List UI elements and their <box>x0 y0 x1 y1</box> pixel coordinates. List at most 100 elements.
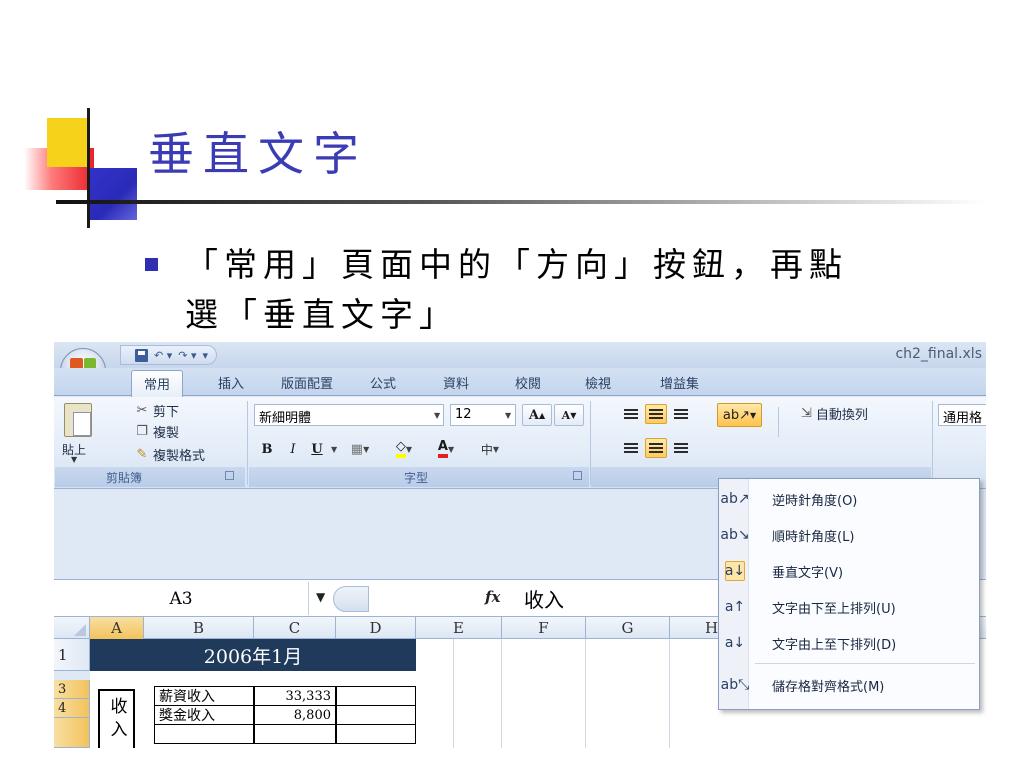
align-middle-button[interactable] <box>645 404 667 424</box>
menu-item-label: 儲存格對齊格式(M) <box>772 679 885 695</box>
column-header-e[interactable]: E <box>416 617 502 639</box>
number-format-box[interactable]: 通用格 <box>938 404 986 426</box>
tab-insert[interactable]: 插入 <box>218 373 244 392</box>
paste-icon[interactable] <box>64 403 92 437</box>
save-icon[interactable] <box>135 348 148 362</box>
decoration-blue-square <box>87 168 137 220</box>
gridline <box>669 639 670 748</box>
bullet-line-2: 選「垂直文字」 <box>185 295 458 334</box>
cell-b3[interactable]: 薪資收入 <box>154 686 254 706</box>
undo-button[interactable]: ↶ ▾ <box>154 349 172 362</box>
fill-color-button[interactable]: ◇ ▼ <box>384 438 424 460</box>
column-header-b[interactable]: B <box>144 617 254 639</box>
ribbon-home: 貼上 ▼ ✂ 剪下 ❐ 複製 ✎ 複製格式 剪貼簿 新細明體 ▼ 12 ▼ A ▲… <box>54 397 986 489</box>
cell-d5[interactable] <box>336 724 416 744</box>
menu-item-rotate-up[interactable]: a↑ 文字由下至上排列(U) <box>719 591 979 623</box>
fill-color-icon: ◇ <box>395 440 406 458</box>
cell-b5[interactable] <box>154 724 254 744</box>
qat-customize-button[interactable]: ▾ <box>203 349 209 362</box>
borders-button[interactable]: ▦ ▼ <box>342 438 378 460</box>
cell-b4[interactable]: 獎金收入 <box>154 705 254 725</box>
cell-c4[interactable]: 8,800 <box>254 705 336 725</box>
formula-bar-expander[interactable] <box>333 586 369 612</box>
font-color-icon: A <box>437 440 448 458</box>
menu-item-vertical-text[interactable]: a↓ 垂直文字(V) <box>719 555 979 587</box>
formula-input[interactable]: 收入 <box>524 584 564 613</box>
underline-dropdown-icon[interactable]: ▼ <box>331 445 337 454</box>
brush-icon: ✎ <box>136 447 148 462</box>
tab-view[interactable]: 檢視 <box>585 373 611 392</box>
menu-item-format-cell-alignment[interactable]: ab⤡ 儲存格對齊格式(M) <box>719 669 979 701</box>
orientation-button[interactable]: ab↗ ▼ <box>717 403 762 427</box>
align-center-button[interactable] <box>645 438 667 458</box>
group-separator <box>932 401 933 485</box>
select-all-corner[interactable] <box>54 617 90 639</box>
cell-c5[interactable] <box>254 724 336 744</box>
align-left-icon <box>624 443 638 453</box>
redo-button[interactable]: ↷ ▾ <box>178 349 196 362</box>
tab-add-ins[interactable]: 增益集 <box>660 373 699 392</box>
column-header-a[interactable]: A <box>90 617 144 639</box>
name-box-dropdown-icon[interactable]: ▼ <box>316 590 325 604</box>
borders-icon: ▦ <box>350 441 364 457</box>
bold-button[interactable]: B <box>256 438 278 460</box>
align-bottom-button[interactable] <box>670 404 692 424</box>
sheet-title-cell[interactable]: 2006年1月 <box>90 639 416 671</box>
tab-home[interactable]: 常用 <box>131 370 184 397</box>
insert-function-icon[interactable]: fx <box>485 588 500 606</box>
cell-d4[interactable] <box>336 705 416 725</box>
merged-income-cell[interactable]: 收入 <box>98 689 135 748</box>
menu-item-angle-clockwise[interactable]: ab↘ 順時針角度(L) <box>719 519 979 551</box>
orientation-menu: ab↗ 逆時針角度(O) ab↘ 順時針角度(L) a↓ 垂直文字(V) a↑ … <box>718 478 980 710</box>
column-header-d[interactable]: D <box>336 617 416 639</box>
tab-formulas[interactable]: 公式 <box>370 373 396 392</box>
rotate-clockwise-icon: ab↘ <box>720 527 750 543</box>
tab-data[interactable]: 資料 <box>443 373 469 392</box>
orientation-icon: ab↗ <box>722 407 750 423</box>
menu-item-angle-counterclockwise[interactable]: ab↗ 逆時針角度(O) <box>719 483 979 515</box>
rotate-up-icon: a↑ <box>724 599 746 615</box>
decoration-yellow-square <box>47 118 90 167</box>
underline-button[interactable]: U <box>306 438 328 460</box>
shrink-font-button[interactable]: A ▼ <box>554 404 584 426</box>
column-header-c[interactable]: C <box>254 617 336 639</box>
format-painter-button[interactable]: ✎ 複製格式 <box>134 445 205 464</box>
cut-label: 剪下 <box>153 405 180 420</box>
align-left-button[interactable] <box>620 438 642 458</box>
wrap-text-button[interactable]: ⇲ 自動換列 <box>801 404 868 423</box>
italic-button[interactable]: I <box>282 438 304 460</box>
name-box[interactable]: A3 <box>54 582 309 615</box>
cell-d3[interactable] <box>336 686 416 706</box>
font-size-dropdown-icon[interactable]: ▼ <box>505 411 511 420</box>
grow-font-button[interactable]: A ▲ <box>522 404 552 426</box>
font-name-box[interactable]: 新細明體 <box>254 404 444 426</box>
paste-dropdown-icon[interactable]: ▼ <box>71 455 77 464</box>
font-launcher-icon[interactable] <box>573 471 582 480</box>
clipboard-launcher-icon[interactable] <box>225 471 234 480</box>
row-header-1[interactable]: 1 <box>54 639 90 671</box>
format-alignment-icon: ab⤡ <box>720 677 750 693</box>
tab-review[interactable]: 校閱 <box>515 373 541 392</box>
font-color-button[interactable]: A ▼ <box>426 438 466 460</box>
decoration-title-underline <box>56 200 986 204</box>
copy-icon: ❐ <box>136 424 148 439</box>
group-separator <box>247 401 248 485</box>
title-bar: ↶ ▾ ↷ ▾ ▾ ch2_final.xls <box>54 342 986 368</box>
cut-button[interactable]: ✂ 剪下 <box>134 401 179 420</box>
align-center-icon <box>649 443 663 453</box>
menu-item-rotate-down[interactable]: a↓ 文字由上至下排列(D) <box>719 627 979 659</box>
font-name-dropdown-icon[interactable]: ▼ <box>434 411 440 420</box>
copy-button[interactable]: ❐ 複製 <box>134 422 179 441</box>
row-header-4[interactable]: 4 <box>54 699 90 718</box>
align-top-button[interactable] <box>620 404 642 424</box>
row-header-5[interactable] <box>54 718 90 748</box>
column-header-f[interactable]: F <box>502 617 586 639</box>
tab-page-layout[interactable]: 版面配置 <box>281 373 333 392</box>
row-header-3[interactable]: 3 <box>54 680 90 699</box>
phonetic-icon: 中 <box>480 442 493 457</box>
phonetic-button[interactable]: 中 ▼ <box>470 438 510 460</box>
scissors-icon: ✂ <box>136 403 148 418</box>
align-right-button[interactable] <box>670 438 692 458</box>
cell-c3[interactable]: 33,333 <box>254 686 336 706</box>
column-header-g[interactable]: G <box>586 617 670 639</box>
